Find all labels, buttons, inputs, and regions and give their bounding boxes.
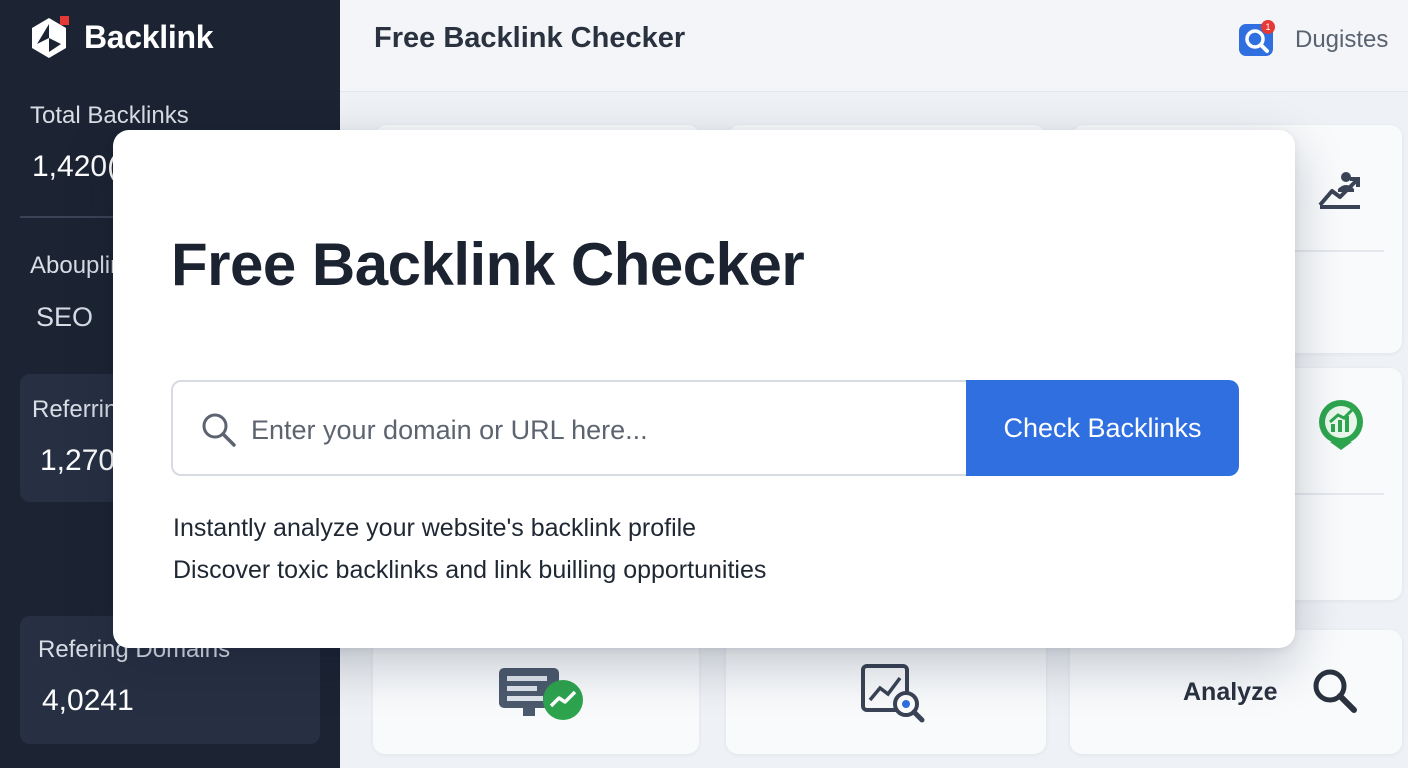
monitor-growth-icon [497,664,587,724]
stat-label-abouplin: Abouplin [30,252,124,279]
dashboard-card-5 [373,640,699,754]
search-icon [201,412,237,448]
brand-name: Backlink [84,18,214,55]
top-bar: Free Backlink Checker 1 Dugistes [340,0,1408,92]
modal-title: Free Backlink Checker [171,231,805,298]
description-line-2: Discover toxic backlinks and link builli… [173,556,767,584]
search-notification-icon[interactable]: 1 [1238,20,1276,58]
backlink-checker-modal: Free Backlink Checker Check Backlinks In… [113,130,1295,648]
topbar-title: Free Backlink Checker [374,22,686,54]
stat-value-total-backlinks: 1,420( [32,150,118,183]
stat-value-seo: SEO [36,302,94,332]
dashboard-card-6 [726,640,1046,754]
analyze-label: Analyze [1183,678,1278,706]
check-backlinks-button[interactable]: Check Backlinks [966,380,1239,476]
magnifier-icon[interactable] [1310,666,1360,716]
search-box[interactable] [171,380,967,476]
stat-value-referring-domains: 4,0241 [42,684,134,717]
growth-chart-icon [1316,165,1364,213]
user-name[interactable]: Dugistes [1295,26,1388,54]
stat-label-referring: Referrin [32,396,118,423]
brand-logo-icon [26,14,72,60]
notification-badge: 1 [1265,22,1270,32]
stat-value-referring: 1,270 [40,444,116,477]
domain-url-input[interactable] [251,402,941,458]
report-magnifier-icon [860,662,926,724]
dashboard-card-analyze[interactable]: Analyze [1070,630,1402,754]
brand[interactable]: Backlink [26,14,214,60]
description-line-1: Instantly analyze your website's backlin… [173,514,697,542]
award-chart-icon [1316,398,1366,452]
stat-label-total-backlinks: Total Backlinks [30,102,189,129]
